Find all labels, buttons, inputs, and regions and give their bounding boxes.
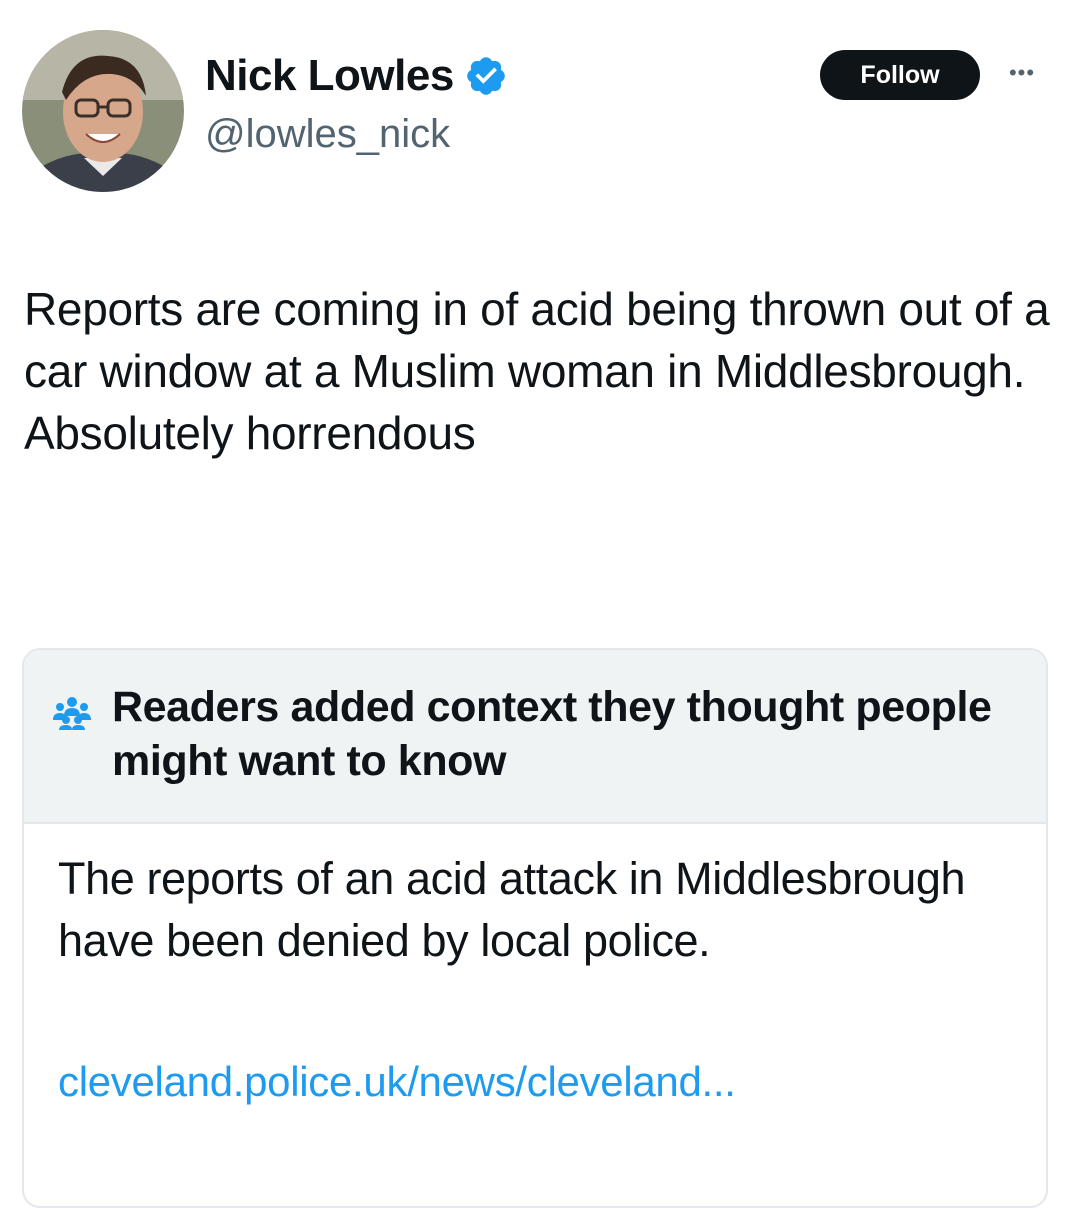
tweet-text: Reports are coming in of acid being thro… [24, 283, 1050, 459]
avatar[interactable] [22, 30, 184, 192]
verified-badge-icon [467, 57, 505, 95]
community-note-title: Readers added context they thought peopl… [112, 683, 992, 785]
community-note-body: The reports of an acid attack in Middles… [58, 853, 966, 966]
author-name-row[interactable]: Nick Lowles [205, 44, 508, 108]
community-note-header: Readers added context they thought peopl… [24, 650, 1046, 824]
follow-button[interactable]: Follow [820, 50, 980, 100]
author-name[interactable]: Nick Lowles [205, 51, 454, 101]
community-note-source-link[interactable]: cleveland.police.uk/news/cleveland... [58, 1058, 736, 1106]
author-handle[interactable]: @lowles_nick [205, 112, 450, 157]
ellipsis-icon[interactable]: ••• [1000, 58, 1044, 88]
profile-photo-icon [22, 30, 184, 192]
people-icon [53, 697, 91, 730]
community-note: Readers added context they thought peopl… [22, 648, 1048, 1208]
